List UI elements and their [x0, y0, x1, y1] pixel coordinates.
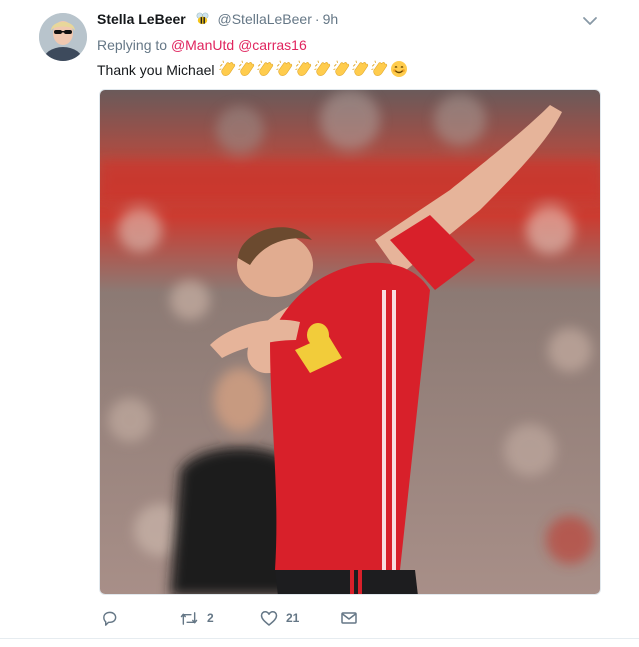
more-options-chevron-down-icon[interactable] — [581, 12, 599, 30]
reply-button[interactable] — [101, 608, 118, 628]
divider — [0, 638, 639, 639]
like-count: 21 — [286, 611, 300, 625]
avatar-image — [39, 13, 87, 61]
retweet-icon — [179, 610, 199, 627]
heart-icon — [260, 610, 278, 627]
clapping-hands-emoji-icon — [219, 60, 237, 81]
clapping-hands-emoji-icon — [238, 60, 256, 81]
clapping-hands-emoji-icon — [295, 60, 313, 81]
mention-manutd[interactable]: @ManUtd — [171, 37, 234, 53]
tweet-photo[interactable] — [99, 89, 601, 595]
envelope-icon — [340, 610, 358, 626]
clapping-hands-emoji-icon — [333, 60, 351, 81]
separator-dot: · — [314, 11, 320, 27]
tweet-header: Stella LeBeer @StellaLeBeer · 9h — [97, 11, 599, 31]
timestamp[interactable]: 9h — [323, 11, 339, 27]
bee-emoji-icon — [195, 11, 210, 29]
like-button[interactable]: 21 — [260, 608, 299, 628]
retweet-count: 2 — [207, 611, 214, 625]
avatar[interactable] — [39, 13, 87, 61]
replying-to-line: Replying to @ManUtd @carras16 — [97, 37, 307, 53]
football-player-dab-image — [100, 90, 600, 594]
replying-prefix: Replying to — [97, 37, 168, 53]
mention-carras16[interactable]: @carras16 — [238, 37, 307, 53]
tweet-text: Thank you Michael — [97, 60, 408, 81]
emoji-row — [218, 60, 408, 81]
clapping-hands-emoji-icon — [276, 60, 294, 81]
direct-message-button[interactable] — [340, 608, 358, 628]
clapping-hands-emoji-icon — [257, 60, 275, 81]
user-handle[interactable]: @StellaLeBeer — [218, 11, 312, 27]
clapping-hands-emoji-icon — [314, 60, 332, 81]
clapping-hands-emoji-icon — [352, 60, 370, 81]
smiling-face-emoji-icon — [390, 60, 408, 81]
clapping-hands-emoji-icon — [371, 60, 389, 81]
display-name[interactable]: Stella LeBeer — [97, 11, 186, 27]
tweet-card[interactable]: Stella LeBeer @StellaLeBeer · 9h Replying … — [0, 0, 639, 647]
tweet-body: Thank you Michael — [97, 62, 215, 78]
reply-icon — [101, 610, 118, 627]
retweet-button[interactable]: 2 — [179, 608, 214, 628]
